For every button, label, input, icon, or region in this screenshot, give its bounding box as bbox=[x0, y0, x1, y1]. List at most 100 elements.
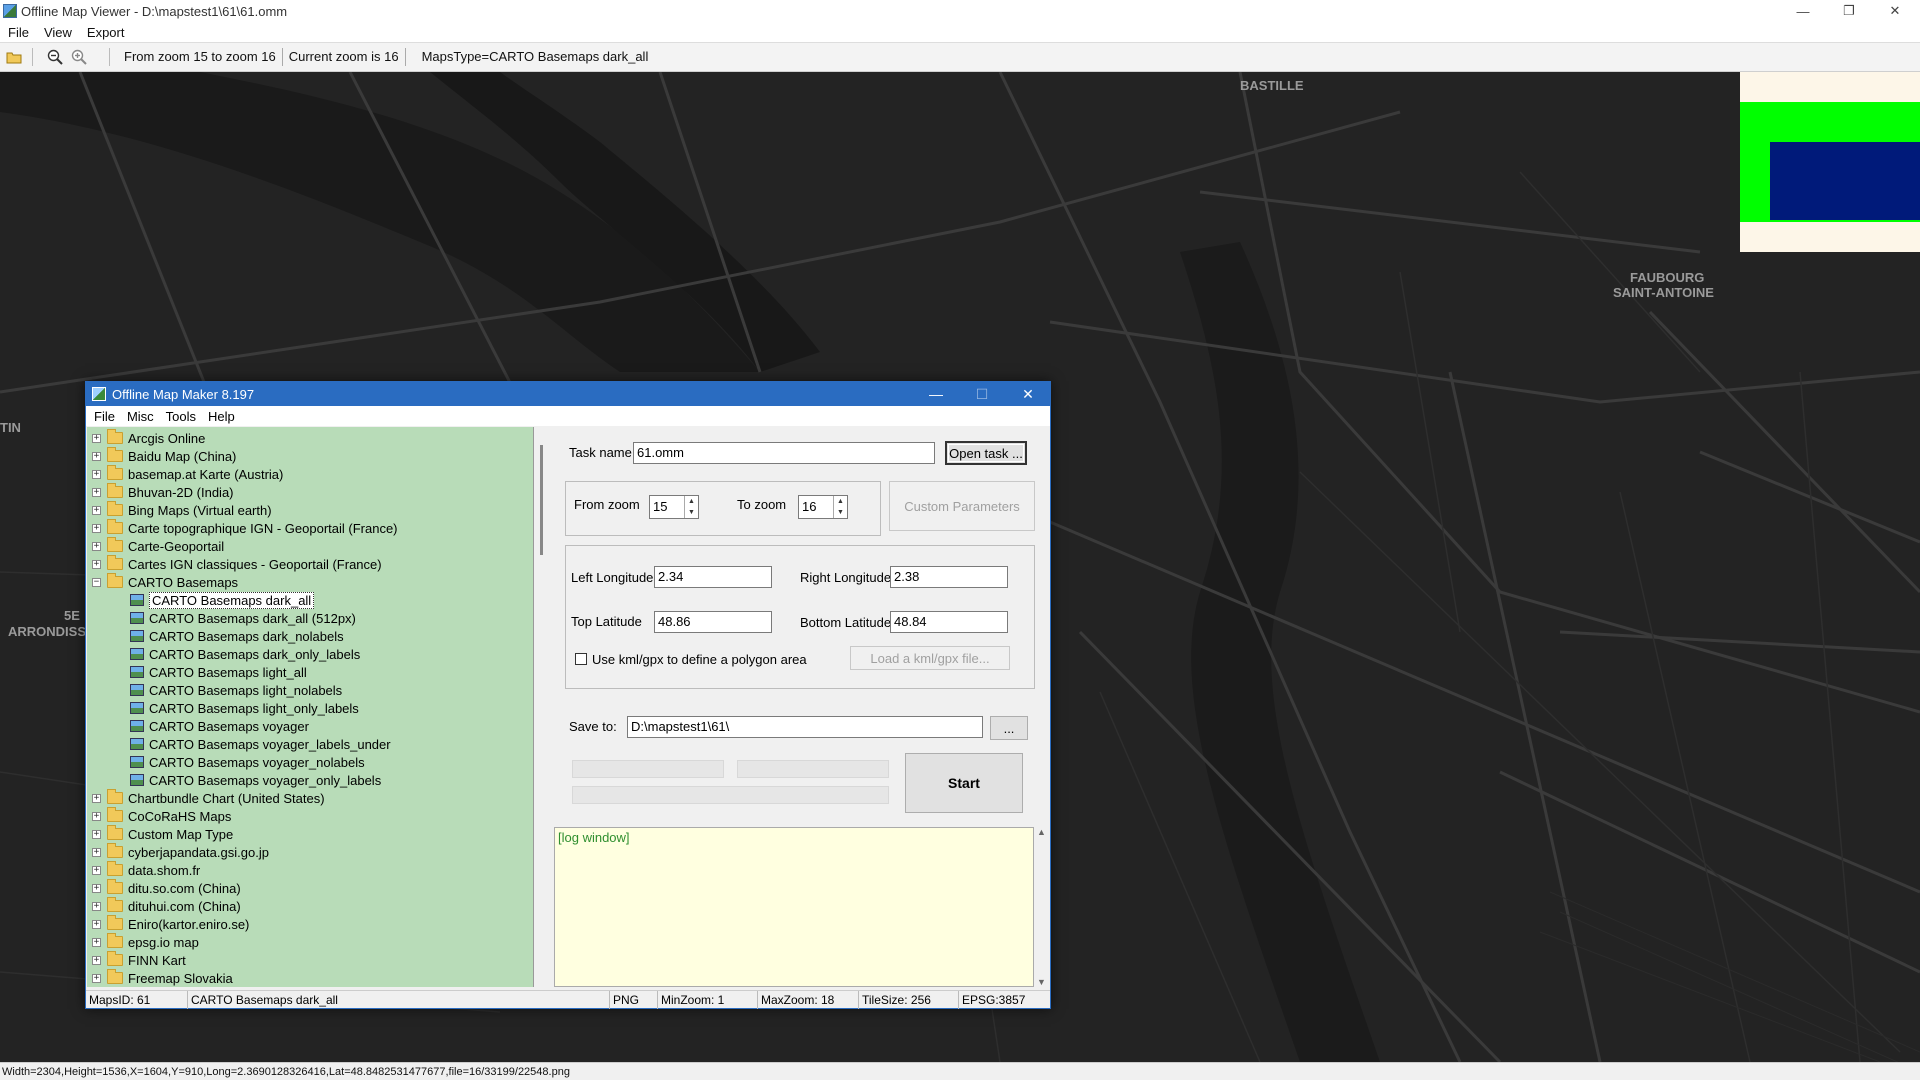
tree-folder-node[interactable]: + Carte topographique IGN - Geoportail (F… bbox=[92, 519, 398, 537]
folder-icon bbox=[107, 879, 123, 894]
log-scrollbar[interactable]: ▲ ▼ bbox=[1034, 827, 1049, 987]
maximize-button[interactable]: ❐ bbox=[1826, 0, 1872, 22]
tree-folder-node[interactable]: + Bing Maps (Virtual earth) bbox=[92, 501, 272, 519]
tree-scroll-thumb[interactable] bbox=[540, 445, 543, 555]
tree-folder-node[interactable]: + Baidu Map (China) bbox=[92, 447, 236, 465]
minimap[interactable] bbox=[1740, 72, 1920, 252]
top-latitude-input[interactable]: 48.86 bbox=[654, 611, 772, 633]
right-longitude-input[interactable]: 2.38 bbox=[890, 566, 1008, 588]
tree-map-node[interactable]: CARTO Basemaps voyager_only_labels bbox=[130, 771, 381, 789]
tree-folder-node[interactable]: + FINN Kart bbox=[92, 951, 186, 969]
scroll-up-icon[interactable]: ▲ bbox=[1034, 827, 1049, 837]
maker-maximize-button[interactable]: ☐ bbox=[959, 382, 1005, 406]
maker-close-button[interactable]: ✕ bbox=[1005, 382, 1051, 406]
minimize-button[interactable]: — bbox=[1780, 0, 1826, 22]
tree-map-node[interactable]: CARTO Basemaps light_all bbox=[130, 663, 307, 681]
tree-map-node[interactable]: CARTO Basemaps light_nolabels bbox=[130, 681, 342, 699]
log-window[interactable]: [log window] bbox=[554, 827, 1034, 987]
maker-minimize-button[interactable]: — bbox=[913, 382, 959, 406]
to-zoom-up-icon[interactable]: ▲ bbox=[833, 496, 847, 507]
expand-icon[interactable]: + bbox=[92, 505, 101, 515]
custom-parameters-button[interactable]: Custom Parameters bbox=[889, 481, 1035, 531]
tree-map-node[interactable]: CARTO Basemaps dark_all (512px) bbox=[130, 609, 356, 627]
menu-export[interactable]: Export bbox=[87, 25, 125, 40]
tree-scrollbar[interactable] bbox=[536, 427, 550, 987]
expand-icon[interactable]: + bbox=[92, 973, 101, 983]
zoom-out-icon[interactable] bbox=[45, 47, 65, 67]
maker-menubar: File Misc Tools Help bbox=[86, 406, 1050, 426]
tree-folder-node[interactable]: + dituhui.com (China) bbox=[92, 897, 241, 915]
tree-map-node[interactable]: CARTO Basemaps dark_nolabels bbox=[130, 627, 344, 645]
from-zoom-spinner[interactable]: 15 ▲ ▼ bbox=[649, 495, 699, 519]
expand-icon[interactable]: + bbox=[92, 451, 101, 461]
close-button[interactable]: ✕ bbox=[1872, 0, 1918, 22]
tree-map-node[interactable]: CARTO Basemaps voyager_labels_under bbox=[130, 735, 391, 753]
tree-folder-node[interactable]: + Arcgis Online bbox=[92, 429, 205, 447]
tree-map-node[interactable]: CARTO Basemaps dark_only_labels bbox=[130, 645, 360, 663]
expand-icon[interactable]: + bbox=[92, 541, 101, 551]
expand-icon[interactable]: + bbox=[92, 523, 101, 533]
expand-icon[interactable]: + bbox=[92, 829, 101, 839]
tree-map-node[interactable]: CARTO Basemaps voyager bbox=[130, 717, 309, 735]
to-zoom-down-icon[interactable]: ▼ bbox=[833, 507, 847, 518]
expand-icon[interactable]: + bbox=[92, 811, 101, 821]
scroll-down-icon[interactable]: ▼ bbox=[1034, 977, 1049, 987]
zoom-in-icon[interactable] bbox=[69, 47, 89, 67]
open-task-button[interactable]: Open task ... bbox=[945, 441, 1027, 465]
bottom-latitude-input[interactable]: 48.84 bbox=[890, 611, 1008, 633]
tree-folder-node[interactable]: − CARTO Basemaps bbox=[92, 573, 238, 591]
expand-icon[interactable]: + bbox=[92, 433, 101, 443]
to-zoom-spinner[interactable]: 16 ▲ ▼ bbox=[798, 495, 848, 519]
maker-menu-tools[interactable]: Tools bbox=[166, 409, 196, 424]
save-to-input[interactable]: D:\mapstest1\61\ bbox=[627, 716, 983, 738]
tree-folder-node[interactable]: + Chartbundle Chart (United States) bbox=[92, 789, 325, 807]
maker-menu-misc[interactable]: Misc bbox=[127, 409, 154, 424]
expand-icon[interactable]: + bbox=[92, 469, 101, 479]
maker-menu-help[interactable]: Help bbox=[208, 409, 235, 424]
task-name-input[interactable]: 61.omm bbox=[633, 442, 935, 464]
expand-icon[interactable]: + bbox=[92, 865, 101, 875]
left-longitude-input[interactable]: 2.34 bbox=[654, 566, 772, 588]
map-label-bastille: BASTILLE bbox=[1240, 78, 1304, 93]
expand-icon[interactable]: + bbox=[92, 901, 101, 911]
tree-folder-node[interactable]: + Eniro(kartor.eniro.se) bbox=[92, 915, 249, 933]
tree-map-node[interactable]: CARTO Basemaps dark_all bbox=[130, 591, 315, 609]
expand-icon[interactable]: + bbox=[92, 883, 101, 893]
tree-folder-node[interactable]: + Cartes IGN classiques - Geoportail (Fra… bbox=[92, 555, 382, 573]
tree-folder-node[interactable]: + epsg.io map bbox=[92, 933, 199, 951]
start-button[interactable]: Start bbox=[905, 753, 1023, 813]
folder-icon bbox=[107, 807, 123, 822]
load-kml-button[interactable]: Load a kml/gpx file... bbox=[850, 646, 1010, 670]
tree-map-node[interactable]: CARTO Basemaps voyager_nolabels bbox=[130, 753, 365, 771]
map-type-tree[interactable]: + Arcgis Online + Baidu Map (China) + basemap… bbox=[87, 427, 534, 987]
tree-folder-node[interactable]: + Freemap Slovakia bbox=[92, 969, 233, 987]
expand-icon[interactable]: + bbox=[92, 847, 101, 857]
tree-folder-node[interactable]: + Custom Map Type bbox=[92, 825, 233, 843]
expand-icon[interactable]: + bbox=[92, 955, 101, 965]
tree-map-node[interactable]: CARTO Basemaps light_only_labels bbox=[130, 699, 359, 717]
open-folder-icon[interactable] bbox=[4, 47, 24, 67]
expand-icon[interactable]: + bbox=[92, 919, 101, 929]
menu-view[interactable]: View bbox=[44, 25, 72, 40]
expand-icon[interactable]: + bbox=[92, 559, 101, 569]
tree-folder-node[interactable]: + cyberjapandata.gsi.go.jp bbox=[92, 843, 269, 861]
expand-icon[interactable]: + bbox=[92, 937, 101, 947]
tree-folder-node[interactable]: + ditu.so.com (China) bbox=[92, 879, 241, 897]
viewer-title: Offline Map Viewer - D:\mapstest1\61\61.… bbox=[21, 3, 288, 19]
tree-folder-node[interactable]: + data.shom.fr bbox=[92, 861, 200, 879]
tree-folder-node[interactable]: + Carte-Geoportail bbox=[92, 537, 224, 555]
left-longitude-label: Left Longitude bbox=[571, 570, 654, 585]
browse-button[interactable]: ... bbox=[990, 716, 1028, 740]
from-zoom-down-icon[interactable]: ▼ bbox=[684, 507, 698, 518]
tree-folder-node[interactable]: + basemap.at Karte (Austria) bbox=[92, 465, 283, 483]
menu-file[interactable]: File bbox=[8, 25, 29, 40]
expand-icon[interactable]: + bbox=[92, 793, 101, 803]
folder-icon bbox=[107, 447, 123, 462]
tree-folder-node[interactable]: + Bhuvan-2D (India) bbox=[92, 483, 234, 501]
maker-menu-file[interactable]: File bbox=[94, 409, 115, 424]
tree-folder-node[interactable]: + CoCoRaHS Maps bbox=[92, 807, 231, 825]
kml-checkbox[interactable] bbox=[575, 653, 587, 665]
collapse-icon[interactable]: − bbox=[92, 577, 101, 587]
expand-icon[interactable]: + bbox=[92, 487, 101, 497]
from-zoom-up-icon[interactable]: ▲ bbox=[684, 496, 698, 507]
